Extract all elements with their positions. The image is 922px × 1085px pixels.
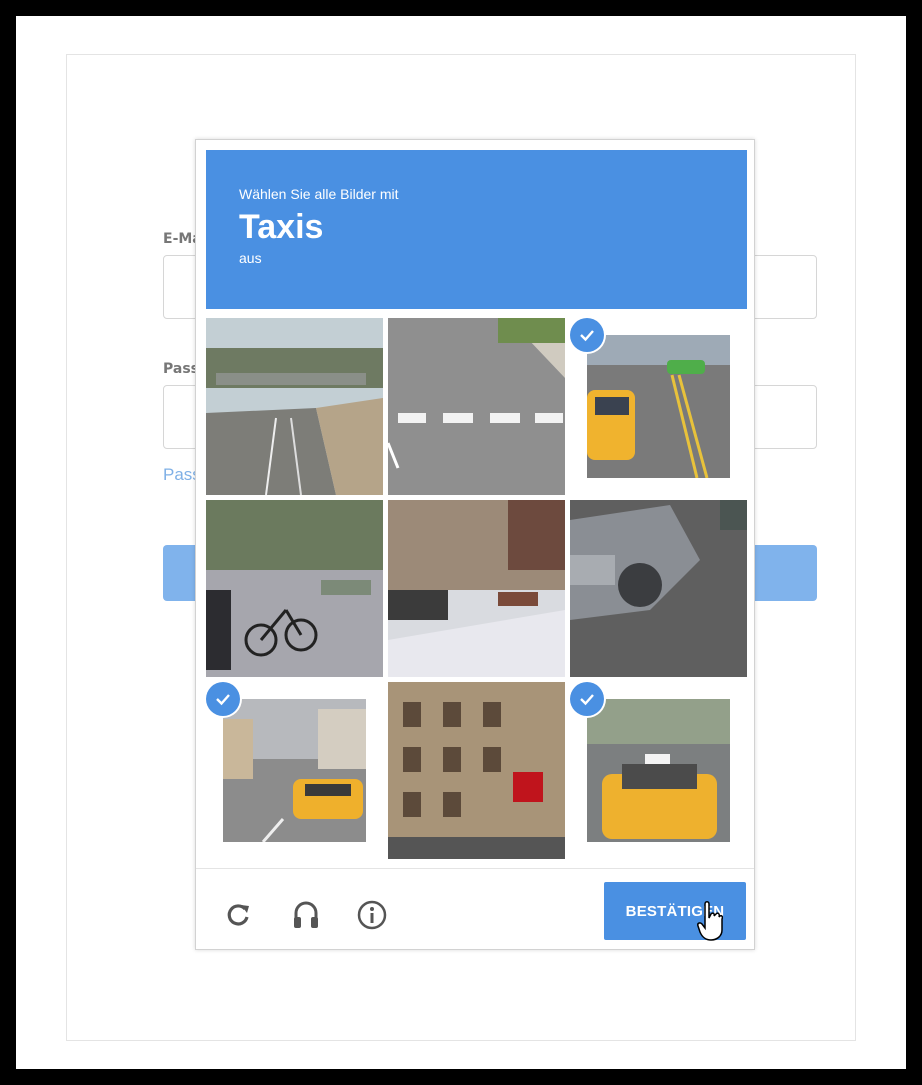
road-crosswalk-image <box>388 318 565 495</box>
captcha-instruction: Wählen Sie alle Bilder mit <box>239 186 399 202</box>
captcha-tile-3[interactable] <box>570 318 747 495</box>
captcha-target-object: Taxis <box>239 208 324 246</box>
hand-cursor-icon <box>697 901 723 941</box>
audio-icon[interactable] <box>288 897 324 933</box>
captcha-tile-6[interactable] <box>570 500 747 677</box>
taxi-intersection-image <box>223 699 366 842</box>
highway-overpass-image <box>206 318 383 495</box>
snowy-street-image <box>388 500 565 677</box>
captcha-dialog: Wählen Sie alle Bilder mit Taxis aus BES… <box>195 139 755 950</box>
captcha-tile-4[interactable] <box>206 500 383 677</box>
captcha-header: Wählen Sie alle Bilder mit Taxis aus <box>206 150 747 309</box>
selected-check-icon <box>570 682 604 716</box>
captcha-footer-divider <box>196 868 754 869</box>
captcha-tile-9[interactable] <box>570 682 747 859</box>
info-icon[interactable] <box>354 897 390 933</box>
reload-icon[interactable] <box>220 897 256 933</box>
building-facade-image <box>388 682 565 859</box>
captcha-tile-1[interactable] <box>206 318 383 495</box>
captcha-instruction-suffix: aus <box>239 250 262 266</box>
verify-button[interactable]: BESTÄTIGEN <box>604 882 746 940</box>
taxi-closeup-image <box>587 699 730 842</box>
captcha-tile-5[interactable] <box>388 500 565 677</box>
selected-check-icon <box>206 682 240 716</box>
grey-car-image <box>570 500 747 677</box>
selected-check-icon <box>570 318 604 352</box>
captcha-tile-7[interactable] <box>206 682 383 859</box>
captcha-tile-8[interactable] <box>388 682 565 859</box>
taxi-street-image <box>587 335 730 478</box>
bicycle-sidewalk-image <box>206 500 383 677</box>
captcha-tile-2[interactable] <box>388 318 565 495</box>
